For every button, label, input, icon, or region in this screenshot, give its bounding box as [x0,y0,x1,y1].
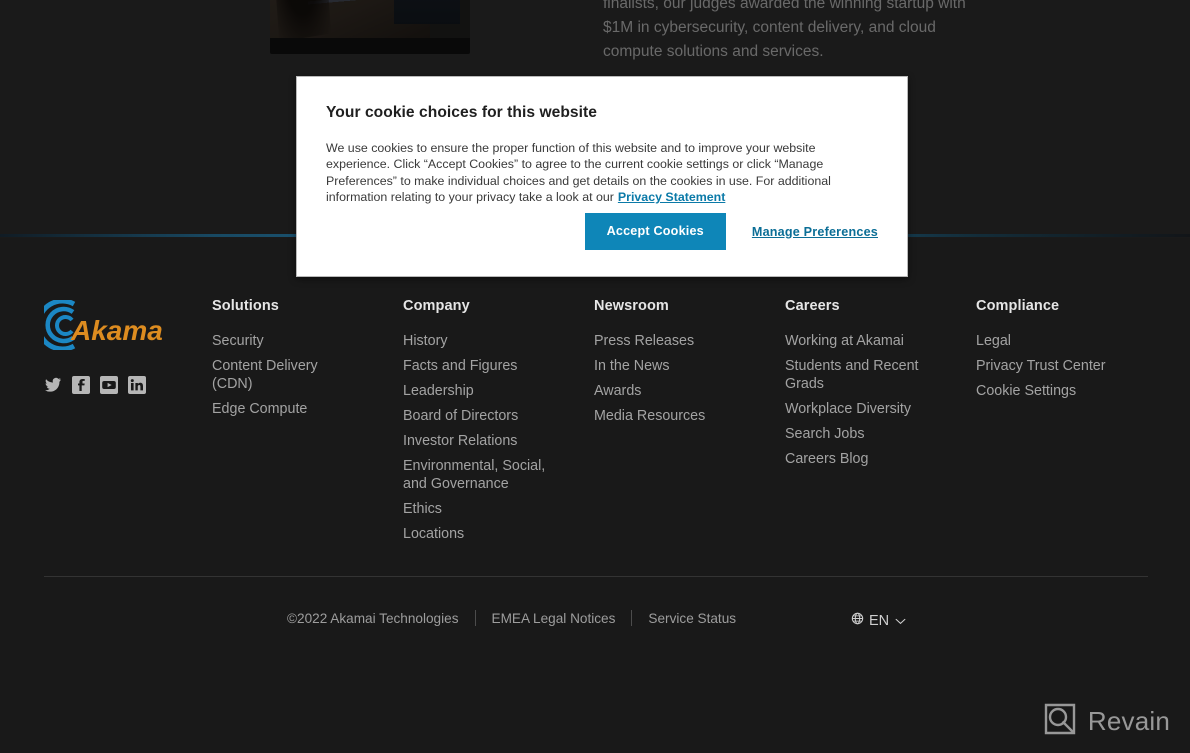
list-item: Leadership [403,382,594,400]
cookie-dialog-content: Your cookie choices for this website We … [297,77,907,205]
footer-links-solutions: Security Content Delivery (CDN) Edge Com… [212,332,403,418]
footer-link-facts-and-figures[interactable]: Facts and Figures [403,357,517,375]
footer-link-legal[interactable]: Legal [976,332,1011,350]
akamai-logo[interactable]: Akamai [44,300,162,350]
footer-link-board-of-directors[interactable]: Board of Directors [403,407,518,425]
list-item: History [403,332,594,350]
cookie-consent-dialog: Your cookie choices for this website We … [296,76,908,277]
footer-link-search-jobs[interactable]: Search Jobs [785,425,864,443]
list-item: Cookie Settings [976,382,1167,400]
revain-logo-icon [1043,702,1077,741]
revain-watermark: Revain [1043,702,1170,741]
footer-divider [44,576,1148,577]
footer-column-newsroom: Newsroom Press Releases In the News Awar… [594,298,785,550]
footer-link-careers-blog[interactable]: Careers Blog [785,450,868,468]
footer-link-esg[interactable]: Environmental, Social, and Governance [403,457,553,493]
cookie-dialog-actions: Accept Cookies Manage Preferences [584,213,878,250]
footer-link-investor-relations[interactable]: Investor Relations [403,432,517,450]
footer-link-service-status[interactable]: Service Status [632,611,752,626]
footer-link-emea-legal-notices[interactable]: EMEA Legal Notices [476,611,632,626]
presenter-on-stage-photo [270,0,470,54]
list-item: Facts and Figures [403,357,594,375]
manage-preferences-link[interactable]: Manage Preferences [752,225,878,239]
list-item: Edge Compute [212,400,403,418]
privacy-statement-link[interactable]: Privacy Statement [618,190,725,204]
language-label: EN [869,612,890,629]
footer-link-history[interactable]: History [403,332,447,350]
footer-heading-compliance: Compliance [976,298,1060,314]
cookie-dialog-title: Your cookie choices for this website [326,104,598,121]
language-selector[interactable]: EN [851,612,906,629]
facebook-icon[interactable] [72,376,90,394]
list-item: Locations [403,525,594,543]
chevron-down-icon [894,613,906,629]
footer-column-compliance: Compliance Legal Privacy Trust Center Co… [976,298,1167,550]
revain-watermark-text: Revain [1087,706,1170,736]
cookie-dialog-body-text: We use cookies to ensure the proper func… [326,141,831,204]
footer-brand-column: Akamai [44,298,212,550]
footer-column-careers: Careers Working at Akamai Students and R… [785,298,976,550]
hero-paragraph: finalists, our judges awarded the winnin… [603,0,966,60]
list-item: Careers Blog [785,450,976,468]
footer-link-press-releases[interactable]: Press Releases [594,332,694,350]
list-item: Investor Relations [403,432,594,450]
list-item: Workplace Diversity [785,400,976,418]
footer-link-ethics[interactable]: Ethics [403,500,442,518]
twitter-icon[interactable] [44,376,62,394]
list-item: Legal [976,332,1167,350]
footer-links-company: History Facts and Figures Leadership Boa… [403,332,594,543]
list-item: Awards [594,382,785,400]
footer-heading-careers: Careers [785,298,840,314]
cookie-dialog-body: We use cookies to ensure the proper func… [326,140,878,205]
footer-links-careers: Working at Akamai Students and Recent Gr… [785,332,976,468]
list-item: Security [212,332,403,350]
footer-link-leadership[interactable]: Leadership [403,382,474,400]
site-footer: Akamai Solutions Security Content Delive… [0,238,1190,753]
footer-heading-company: Company [403,298,470,314]
list-item: Students and Recent Grads [785,357,976,393]
legal-links-row: ©2022 Akamai Technologies EMEA Legal Not… [287,610,752,626]
footer-link-students-and-recent-grads[interactable]: Students and Recent Grads [785,357,935,393]
presenter-figure [394,0,460,24]
footer-link-edge-compute[interactable]: Edge Compute [212,400,307,418]
footer-links-compliance: Legal Privacy Trust Center Cookie Settin… [976,332,1167,400]
list-item: In the News [594,357,785,375]
social-links [44,376,212,394]
footer-link-locations[interactable]: Locations [403,525,464,543]
list-item: Ethics [403,500,594,518]
accept-cookies-button[interactable]: Accept Cookies [584,213,726,250]
footer-column-solutions: Solutions Security Content Delivery (CDN… [212,298,403,550]
footer-heading-solutions: Solutions [212,298,279,314]
footer-columns: Akamai Solutions Security Content Delive… [44,298,1148,550]
svg-text:Akamai: Akamai [70,315,162,346]
footer-link-working-at-akamai[interactable]: Working at Akamai [785,332,904,350]
stage-floor [270,38,470,54]
copyright-text: ©2022 Akamai Technologies [287,610,459,626]
footer-link-in-the-news[interactable]: In the News [594,357,670,375]
list-item: Privacy Trust Center [976,357,1167,375]
footer-heading-newsroom: Newsroom [594,298,669,314]
list-item: Environmental, Social, and Governance [403,457,594,493]
footer-links-newsroom: Press Releases In the News Awards Media … [594,332,785,425]
footer-column-company: Company History Facts and Figures Leader… [403,298,594,550]
page-root: finalists, our judges awarded the winnin… [0,0,1190,753]
footer-link-awards[interactable]: Awards [594,382,641,400]
list-item: Media Resources [594,407,785,425]
list-item: Press Releases [594,332,785,350]
footer-link-security[interactable]: Security [212,332,264,350]
footer-bottom-bar: ©2022 Akamai Technologies EMEA Legal Not… [0,610,1190,650]
footer-link-cookie-settings[interactable]: Cookie Settings [976,382,1076,400]
list-item: Search Jobs [785,425,976,443]
footer-link-privacy-trust-center[interactable]: Privacy Trust Center [976,357,1106,375]
footer-link-content-delivery[interactable]: Content Delivery (CDN) [212,357,362,393]
footer-link-workplace-diversity[interactable]: Workplace Diversity [785,400,911,418]
list-item: Working at Akamai [785,332,976,350]
footer-link-media-resources[interactable]: Media Resources [594,407,705,425]
globe-icon [851,612,864,629]
youtube-icon[interactable] [100,376,118,394]
list-item: Board of Directors [403,407,594,425]
linkedin-icon[interactable] [128,376,146,394]
list-item: Content Delivery (CDN) [212,357,403,393]
